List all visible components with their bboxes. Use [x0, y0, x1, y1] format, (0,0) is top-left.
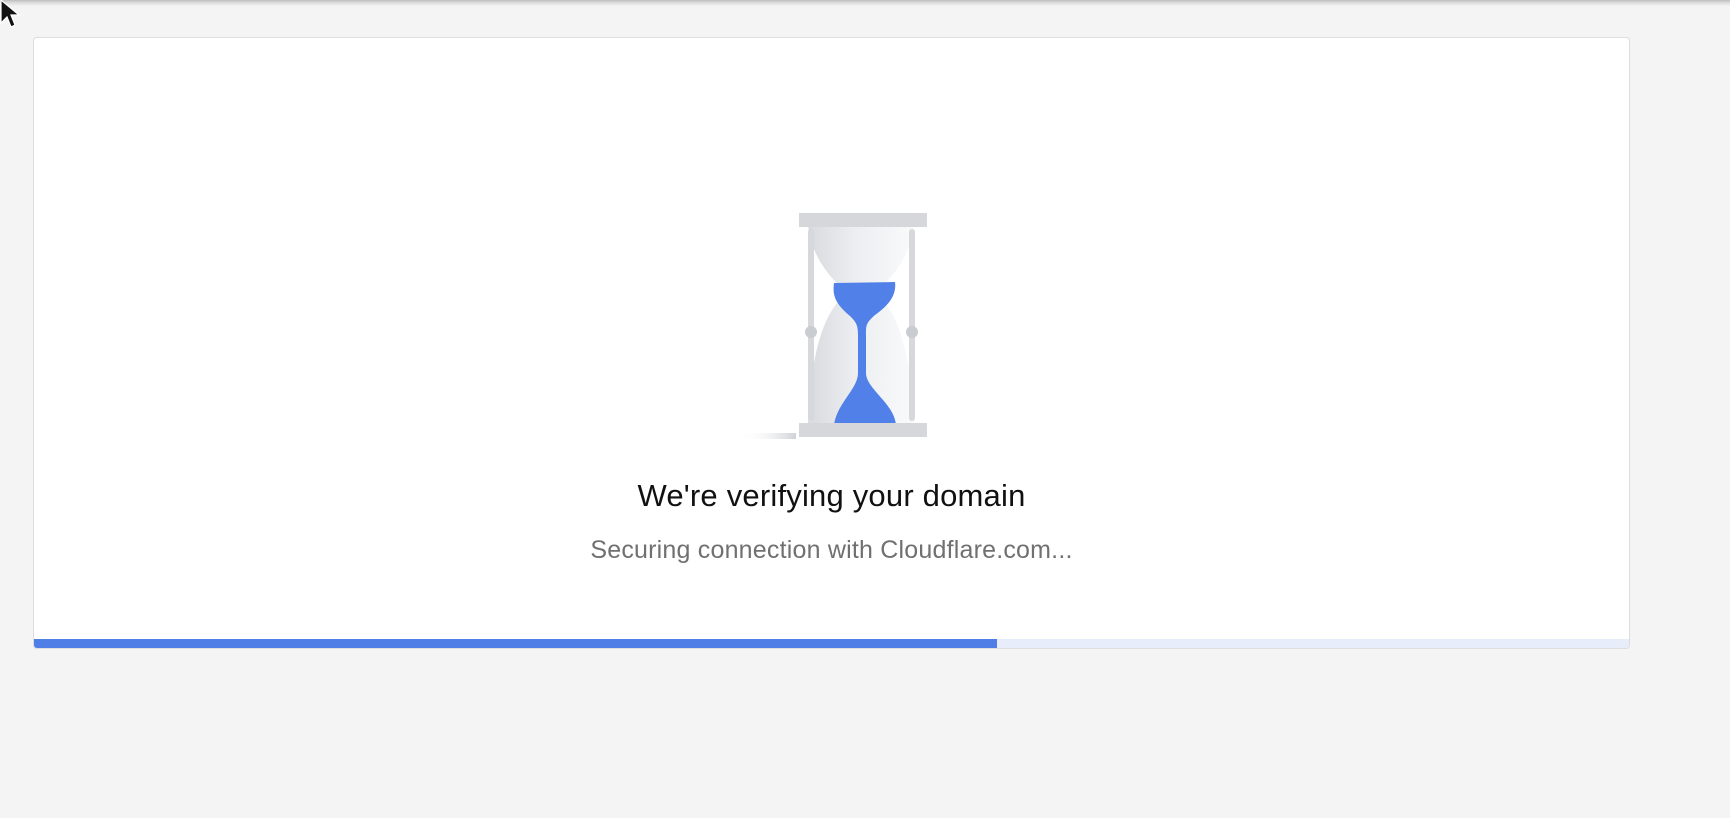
- progress-bar-fill: [34, 639, 998, 648]
- page: We're verifying your domain Securing con…: [0, 0, 1730, 818]
- mouse-pointer-icon: [0, 0, 21, 28]
- verification-subtitle: Securing connection with Cloudflare.com.…: [590, 536, 1073, 564]
- hourglass-icon: [740, 213, 927, 439]
- progress-bar: [34, 639, 1629, 648]
- verification-title: We're verifying your domain: [637, 478, 1026, 513]
- verification-card: We're verifying your domain Securing con…: [33, 37, 1630, 649]
- browser-top-shadow: [0, 0, 1730, 6]
